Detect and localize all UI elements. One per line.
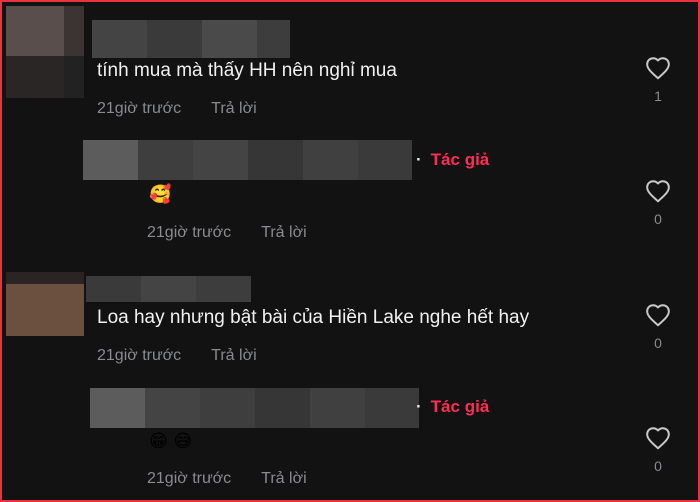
author-badge-label: Tác giả bbox=[430, 150, 490, 169]
like-count: 0 bbox=[654, 335, 662, 351]
author-name[interactable] bbox=[90, 388, 419, 428]
comment-time: 21giờ trước bbox=[147, 224, 232, 241]
heart-outline-icon[interactable] bbox=[645, 56, 671, 80]
heart-outline-icon[interactable] bbox=[645, 179, 671, 203]
comment-emoji: 😁 😅 bbox=[149, 431, 193, 452]
comment-text: tính mua mà thấy HH nên nghỉ mua bbox=[97, 60, 397, 81]
reply-button[interactable]: Trả lời bbox=[211, 347, 256, 364]
like-control: 0 bbox=[642, 426, 674, 474]
like-count: 0 bbox=[654, 211, 662, 227]
avatar[interactable] bbox=[6, 6, 84, 98]
like-count: 0 bbox=[654, 458, 662, 474]
comment-list: tính mua mà thấy HH nên nghỉ mua 21giờ t… bbox=[6, 6, 694, 496]
author-badge-label: Tác giả bbox=[430, 397, 490, 416]
reply-button[interactable]: Trả lời bbox=[211, 100, 256, 117]
author-name[interactable] bbox=[86, 276, 251, 302]
author-badge: · Tác giả bbox=[416, 150, 489, 170]
heart-outline-icon[interactable] bbox=[645, 303, 671, 327]
comment-time: 21giờ trước bbox=[97, 100, 182, 117]
comment-time: 21giờ trước bbox=[147, 470, 232, 487]
heart-outline-icon[interactable] bbox=[645, 426, 671, 450]
separator-dot: · bbox=[416, 397, 422, 416]
comment-meta: 21giờ trước Trả lời bbox=[97, 347, 257, 365]
comment-meta: 21giờ trước Trả lời bbox=[147, 470, 307, 488]
author-name[interactable] bbox=[83, 140, 412, 180]
reply-button[interactable]: Trả lời bbox=[261, 470, 306, 487]
author-badge: · Tác giả bbox=[416, 397, 489, 417]
comment-text: Loa hay nhưng bật bài của Hiền Lake nghe… bbox=[97, 307, 530, 328]
comment-meta: 21giờ trước Trả lời bbox=[97, 100, 257, 118]
like-control: 0 bbox=[642, 303, 674, 351]
separator-dot: · bbox=[416, 150, 422, 169]
comment-emoji: 🥰 bbox=[149, 184, 172, 205]
screenshot-frame: tính mua mà thấy HH nên nghỉ mua 21giờ t… bbox=[0, 0, 700, 502]
comment-time: 21giờ trước bbox=[97, 347, 182, 364]
like-count: 1 bbox=[654, 88, 662, 104]
like-control: 1 bbox=[642, 56, 674, 104]
author-name[interactable] bbox=[92, 20, 290, 58]
comment-meta: 21giờ trước Trả lời bbox=[147, 224, 307, 242]
like-control: 0 bbox=[642, 179, 674, 227]
avatar[interactable] bbox=[6, 272, 84, 336]
reply-button[interactable]: Trả lời bbox=[261, 224, 306, 241]
